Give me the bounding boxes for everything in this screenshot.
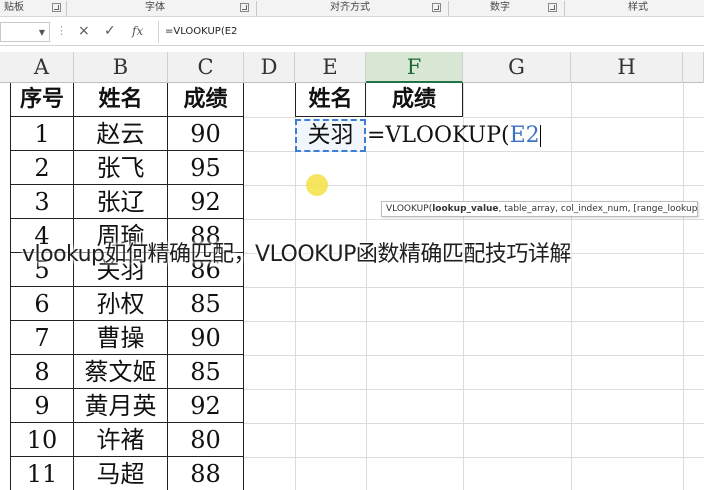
table-cell-score[interactable]: 95 [168, 151, 244, 185]
column-header-h[interactable]: H [571, 52, 683, 83]
gridline [244, 389, 704, 390]
ribbon-separator [448, 1, 449, 16]
formula-prefix: =VLOOKUP( [367, 123, 510, 148]
table-cell-name[interactable]: 张飞 [74, 151, 168, 185]
column-headers: A B C D E F G H [0, 52, 704, 83]
ribbon-separator [564, 1, 565, 16]
font-launcher-icon[interactable] [240, 3, 249, 12]
tooltip-current-argument[interactable]: lookup_value [432, 204, 498, 214]
number-launcher-icon[interactable] [548, 3, 557, 12]
table-cell-name[interactable]: 黄月英 [74, 389, 168, 423]
table-cell-index[interactable]: 9 [10, 389, 74, 423]
cursor-highlight-icon [306, 174, 328, 196]
column-header-g[interactable]: G [463, 52, 571, 83]
table-cell-index[interactable]: 7 [10, 321, 74, 355]
table-cell-index[interactable]: 2 [10, 151, 74, 185]
formula-input[interactable]: =VLOOKUP(E2 [158, 21, 704, 43]
insert-function-icon[interactable]: fx [132, 24, 143, 38]
worksheet-grid[interactable]: A B C D E F G H 序号 姓名 成绩 1 赵云 90 2 张飞 95… [0, 52, 704, 490]
ribbon-group-number: 数字 [490, 2, 510, 13]
column-header-d[interactable]: D [244, 52, 295, 83]
table-cell-score[interactable]: 80 [168, 423, 244, 457]
ribbon-separator [256, 1, 257, 16]
ribbon-group-clipboard: 贴板 [4, 2, 24, 13]
table-cell-score[interactable]: 92 [168, 389, 244, 423]
gridline [463, 117, 704, 118]
column-header-c[interactable]: C [168, 52, 244, 83]
formula-bar: ▼ ⋮ × ✓ fx =VLOOKUP(E2 [0, 18, 704, 46]
table-cell-index[interactable]: 10 [10, 423, 74, 457]
name-box[interactable]: ▼ [0, 22, 50, 42]
clipboard-launcher-icon[interactable] [52, 3, 61, 12]
table-cell-name[interactable]: 赵云 [74, 117, 168, 151]
ribbon-group-font: 字体 [145, 2, 165, 13]
table-cell-name[interactable]: 张辽 [74, 185, 168, 219]
table-cell-name[interactable]: 曹操 [74, 321, 168, 355]
formula-bar-grip-icon: ⋮ [56, 24, 67, 37]
table-cell-index[interactable]: 11 [10, 457, 74, 490]
gridline [244, 321, 704, 322]
alignment-launcher-icon[interactable] [432, 3, 441, 12]
chevron-down-icon[interactable]: ▼ [39, 28, 45, 37]
ribbon-group-labels: 贴板 字体 对齐方式 数字 样式 [0, 0, 704, 17]
ribbon-separator [66, 1, 67, 16]
overlay-title: vlookup如何精确匹配，VLOOKUP函数精确匹配技巧详解 [22, 242, 571, 267]
column-header-a[interactable]: A [10, 52, 74, 83]
table-cell-score[interactable]: 90 [168, 117, 244, 151]
column-header-b[interactable]: B [74, 52, 168, 83]
gridline [295, 117, 296, 490]
gridline [244, 355, 704, 356]
table-cell-name[interactable]: 许褚 [74, 423, 168, 457]
text-caret [539, 125, 541, 147]
cancel-icon[interactable]: × [78, 23, 90, 39]
gridline [244, 287, 704, 288]
table-cell-score[interactable]: 88 [168, 457, 244, 490]
table-cell-index[interactable]: 3 [10, 185, 74, 219]
table-header-index[interactable]: 序号 [10, 83, 74, 117]
lookup-header-name[interactable]: 姓名 [295, 83, 366, 117]
lookup-value-text: 关羽 [307, 122, 354, 148]
function-arguments-tooltip[interactable]: VLOOKUP(lookup_value, table_array, col_i… [381, 201, 698, 217]
ribbon-group-alignment: 对齐方式 [330, 2, 370, 13]
tooltip-other-arguments[interactable]: , table_array, col_index_num, [range_loo… [499, 204, 697, 214]
table-cell-name[interactable]: 蔡文姬 [74, 355, 168, 389]
table-cell-score[interactable]: 85 [168, 287, 244, 321]
table-cell-score[interactable]: 85 [168, 355, 244, 389]
column-header-i[interactable] [683, 52, 704, 83]
lookup-header-score[interactable]: 成绩 [366, 83, 463, 117]
table-cell-score[interactable]: 92 [168, 185, 244, 219]
tooltip-function-name[interactable]: VLOOKUP( [386, 204, 432, 214]
formula-editing-cell-f2[interactable]: =VLOOKUP(E2 [367, 119, 541, 152]
table-cell-index[interactable]: 1 [10, 117, 74, 151]
gridline [244, 219, 704, 220]
gridline [244, 457, 704, 458]
table-cell-index[interactable]: 8 [10, 355, 74, 389]
table-header-name[interactable]: 姓名 [74, 83, 168, 117]
table-cell-name[interactable]: 马超 [74, 457, 168, 490]
formula-reference: E2 [509, 123, 540, 148]
ribbon-group-styles: 样式 [628, 2, 648, 13]
confirm-icon[interactable]: ✓ [104, 23, 116, 39]
table-cell-score[interactable]: 90 [168, 321, 244, 355]
table-header-score[interactable]: 成绩 [168, 83, 244, 117]
gridline [244, 117, 296, 118]
column-header-f[interactable]: F [366, 52, 463, 83]
table-cell-index[interactable]: 6 [10, 287, 74, 321]
gridline [244, 423, 704, 424]
table-cell-name[interactable]: 孙权 [74, 287, 168, 321]
column-header-e[interactable]: E [295, 52, 366, 83]
